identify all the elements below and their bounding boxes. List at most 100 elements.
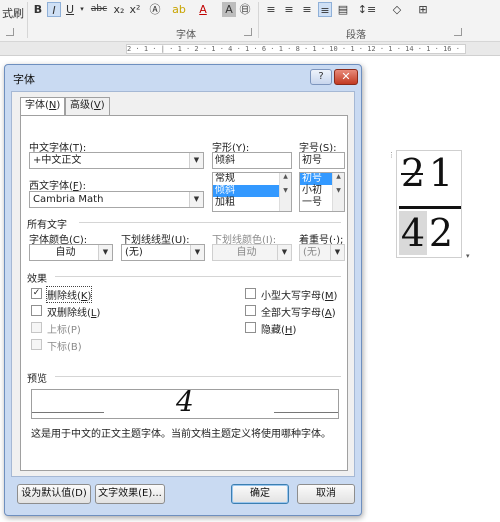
borders-icon[interactable]: ⊞	[412, 2, 434, 17]
ribbon-separator	[258, 2, 259, 38]
underline-type-value: (无)	[125, 247, 143, 258]
west-font-select[interactable]: Cambria Math ▼	[29, 191, 204, 208]
tab-suffix: )	[100, 100, 105, 111]
chevron-down-icon: ▼	[189, 153, 203, 168]
numerator-strikethrough	[401, 173, 423, 175]
font-color-select[interactable]: 自动 ▼	[29, 244, 113, 261]
font-color-value: 自动	[55, 247, 76, 258]
horizontal-ruler[interactable]: 2 · 1 · | · 1 · 2 · 1 · 4 · 1 · 6 · 1 · …	[0, 42, 500, 56]
clipboard-dialog-launcher-icon[interactable]	[6, 28, 14, 36]
scrollbar[interactable]: ▲ ▼	[279, 173, 291, 211]
preview-baseline	[32, 412, 104, 413]
strikethrough-checkbox[interactable]: ✓	[31, 288, 42, 299]
preview-box: 4	[31, 385, 339, 419]
font-dialog-launcher-icon[interactable]	[244, 28, 252, 36]
tab-label: 字体(	[25, 100, 49, 111]
tab-font[interactable]: 字体(N)	[20, 97, 66, 116]
fraction-denominator: 42	[399, 211, 461, 255]
ribbon-separator	[27, 2, 28, 38]
tab-suffix: )	[56, 100, 61, 111]
close-button[interactable]: ✕	[334, 69, 358, 85]
preview-section: 预览	[27, 374, 47, 385]
hidden-checkbox[interactable]	[245, 322, 256, 333]
tab-accesskey: V	[93, 100, 101, 111]
cn-font-value: +中文正文	[33, 155, 82, 166]
subscript-label: 下标(B)	[47, 342, 82, 353]
chevron-down-icon: ▼	[189, 192, 203, 207]
underline-button[interactable]: U	[63, 2, 77, 17]
equation-options-icon[interactable]: ▾	[466, 252, 470, 260]
strikethrough-button[interactable]: abc	[88, 2, 110, 17]
text-effects-icon[interactable]: Ⓐ	[148, 2, 162, 17]
format-painter-label[interactable]: 式刷	[0, 6, 26, 21]
underline-dropdown-icon[interactable]: ▾	[77, 2, 87, 17]
equation-handle-icon[interactable]: ⋮	[388, 150, 395, 160]
style-value: 倾斜	[215, 155, 235, 166]
cn-font-select[interactable]: +中文正文 ▼	[29, 152, 204, 169]
justify-icon[interactable]: ≡	[318, 2, 332, 17]
superscript-checkbox	[31, 322, 42, 333]
ok-button[interactable]: 确定	[231, 484, 289, 504]
style-list[interactable]: 常规 倾斜 加粗 ▲ ▼	[212, 172, 292, 212]
size-value: 初号	[302, 155, 322, 166]
hidden-label: 隐藏(H)	[261, 325, 297, 336]
set-default-button[interactable]: 设为默认值(D)	[17, 484, 91, 504]
align-left-icon[interactable]: ≡	[264, 2, 278, 17]
scrollbar[interactable]: ▲ ▼	[332, 173, 344, 211]
align-right-icon[interactable]: ≡	[300, 2, 314, 17]
double-strikethrough-checkbox[interactable]	[31, 305, 42, 316]
text-effects-button[interactable]: 文字效果(E)...	[95, 484, 165, 504]
superscript-button[interactable]: x²	[128, 2, 142, 17]
small-caps-checkbox[interactable]	[245, 288, 256, 299]
chevron-down-icon: ▼	[190, 245, 204, 260]
style-input[interactable]: 倾斜	[212, 152, 292, 169]
tab-advanced[interactable]: 高级(V)	[65, 97, 110, 115]
font-tab-panel: 中文字体(T): +中文正文 ▼ 西文字体(F): Cambria Math ▼ 字…	[20, 115, 348, 471]
underline-type-select[interactable]: (无) ▼	[121, 244, 205, 261]
equation-fraction[interactable]: 2 1 42	[396, 150, 462, 258]
small-caps-label: 小型大写字母(M)	[261, 291, 338, 302]
paragraph-group-label: 段落	[346, 30, 366, 41]
numerator-digit: 1	[428, 151, 454, 195]
char-shading-icon[interactable]: A	[222, 2, 236, 17]
west-font-label: 西文字体(F):	[29, 181, 86, 192]
subscript-checkbox	[31, 339, 42, 350]
effects-section: 效果	[27, 274, 47, 285]
font-group-label: 字体	[176, 30, 196, 41]
all-caps-checkbox[interactable]	[245, 305, 256, 316]
superscript-label: 上标(P)	[47, 325, 81, 336]
italic-button[interactable]: I	[47, 2, 61, 17]
denominator-digit: 4	[399, 211, 427, 255]
strikethrough-label: 删除线(K)	[45, 286, 93, 303]
enclose-char-icon[interactable]: ㊐	[238, 2, 252, 17]
section-divider	[55, 276, 341, 277]
font-color-icon[interactable]: A	[196, 2, 210, 17]
paragraph-dialog-launcher-icon[interactable]	[454, 28, 462, 36]
emphasis-value: (无)	[303, 247, 321, 258]
emphasis-select[interactable]: (无) ▼	[299, 244, 345, 261]
section-divider	[55, 376, 341, 377]
ruler-scale: 2 · 1 · | · 1 · 2 · 1 · 4 · 1 · 6 · 1 · …	[126, 44, 466, 54]
west-font-value: Cambria Math	[33, 194, 104, 205]
line-spacing-icon[interactable]: ↕≡	[356, 2, 378, 17]
highlight-color-icon[interactable]: ab	[172, 2, 186, 17]
size-input[interactable]: 初号	[299, 152, 345, 169]
dialog-body: 字体(N) 高级(V) 中文字体(T): +中文正文 ▼ 西文字体(F): Cam…	[11, 91, 355, 477]
bold-button[interactable]: B	[31, 2, 45, 17]
preview-baseline	[274, 412, 338, 413]
tab-label: 高级(	[70, 100, 94, 111]
subscript-button[interactable]: x₂	[112, 2, 126, 17]
section-divider	[79, 222, 341, 223]
cancel-button[interactable]: 取消	[297, 484, 355, 504]
chevron-down-icon: ▼	[330, 245, 344, 260]
help-button[interactable]: ?	[310, 69, 332, 85]
shading-icon[interactable]: ◇	[386, 2, 408, 17]
all-text-section: 所有文字	[27, 220, 67, 231]
size-list[interactable]: 初号 小初 一号 ▲ ▼	[299, 172, 345, 212]
underline-color-select: 自动 ▼	[212, 244, 292, 261]
preview-note: 这是用于中文的正文主题字体。当前文档主题定义将使用哪种字体。	[31, 429, 331, 440]
font-dialog: 字体 ? ✕ 字体(N) 高级(V) 中文字体(T): +中文正文 ▼ 西文字体(…	[4, 64, 362, 516]
align-center-icon[interactable]: ≡	[282, 2, 296, 17]
preview-glyph: 4	[176, 385, 194, 418]
distributed-icon[interactable]: ▤	[336, 2, 350, 17]
